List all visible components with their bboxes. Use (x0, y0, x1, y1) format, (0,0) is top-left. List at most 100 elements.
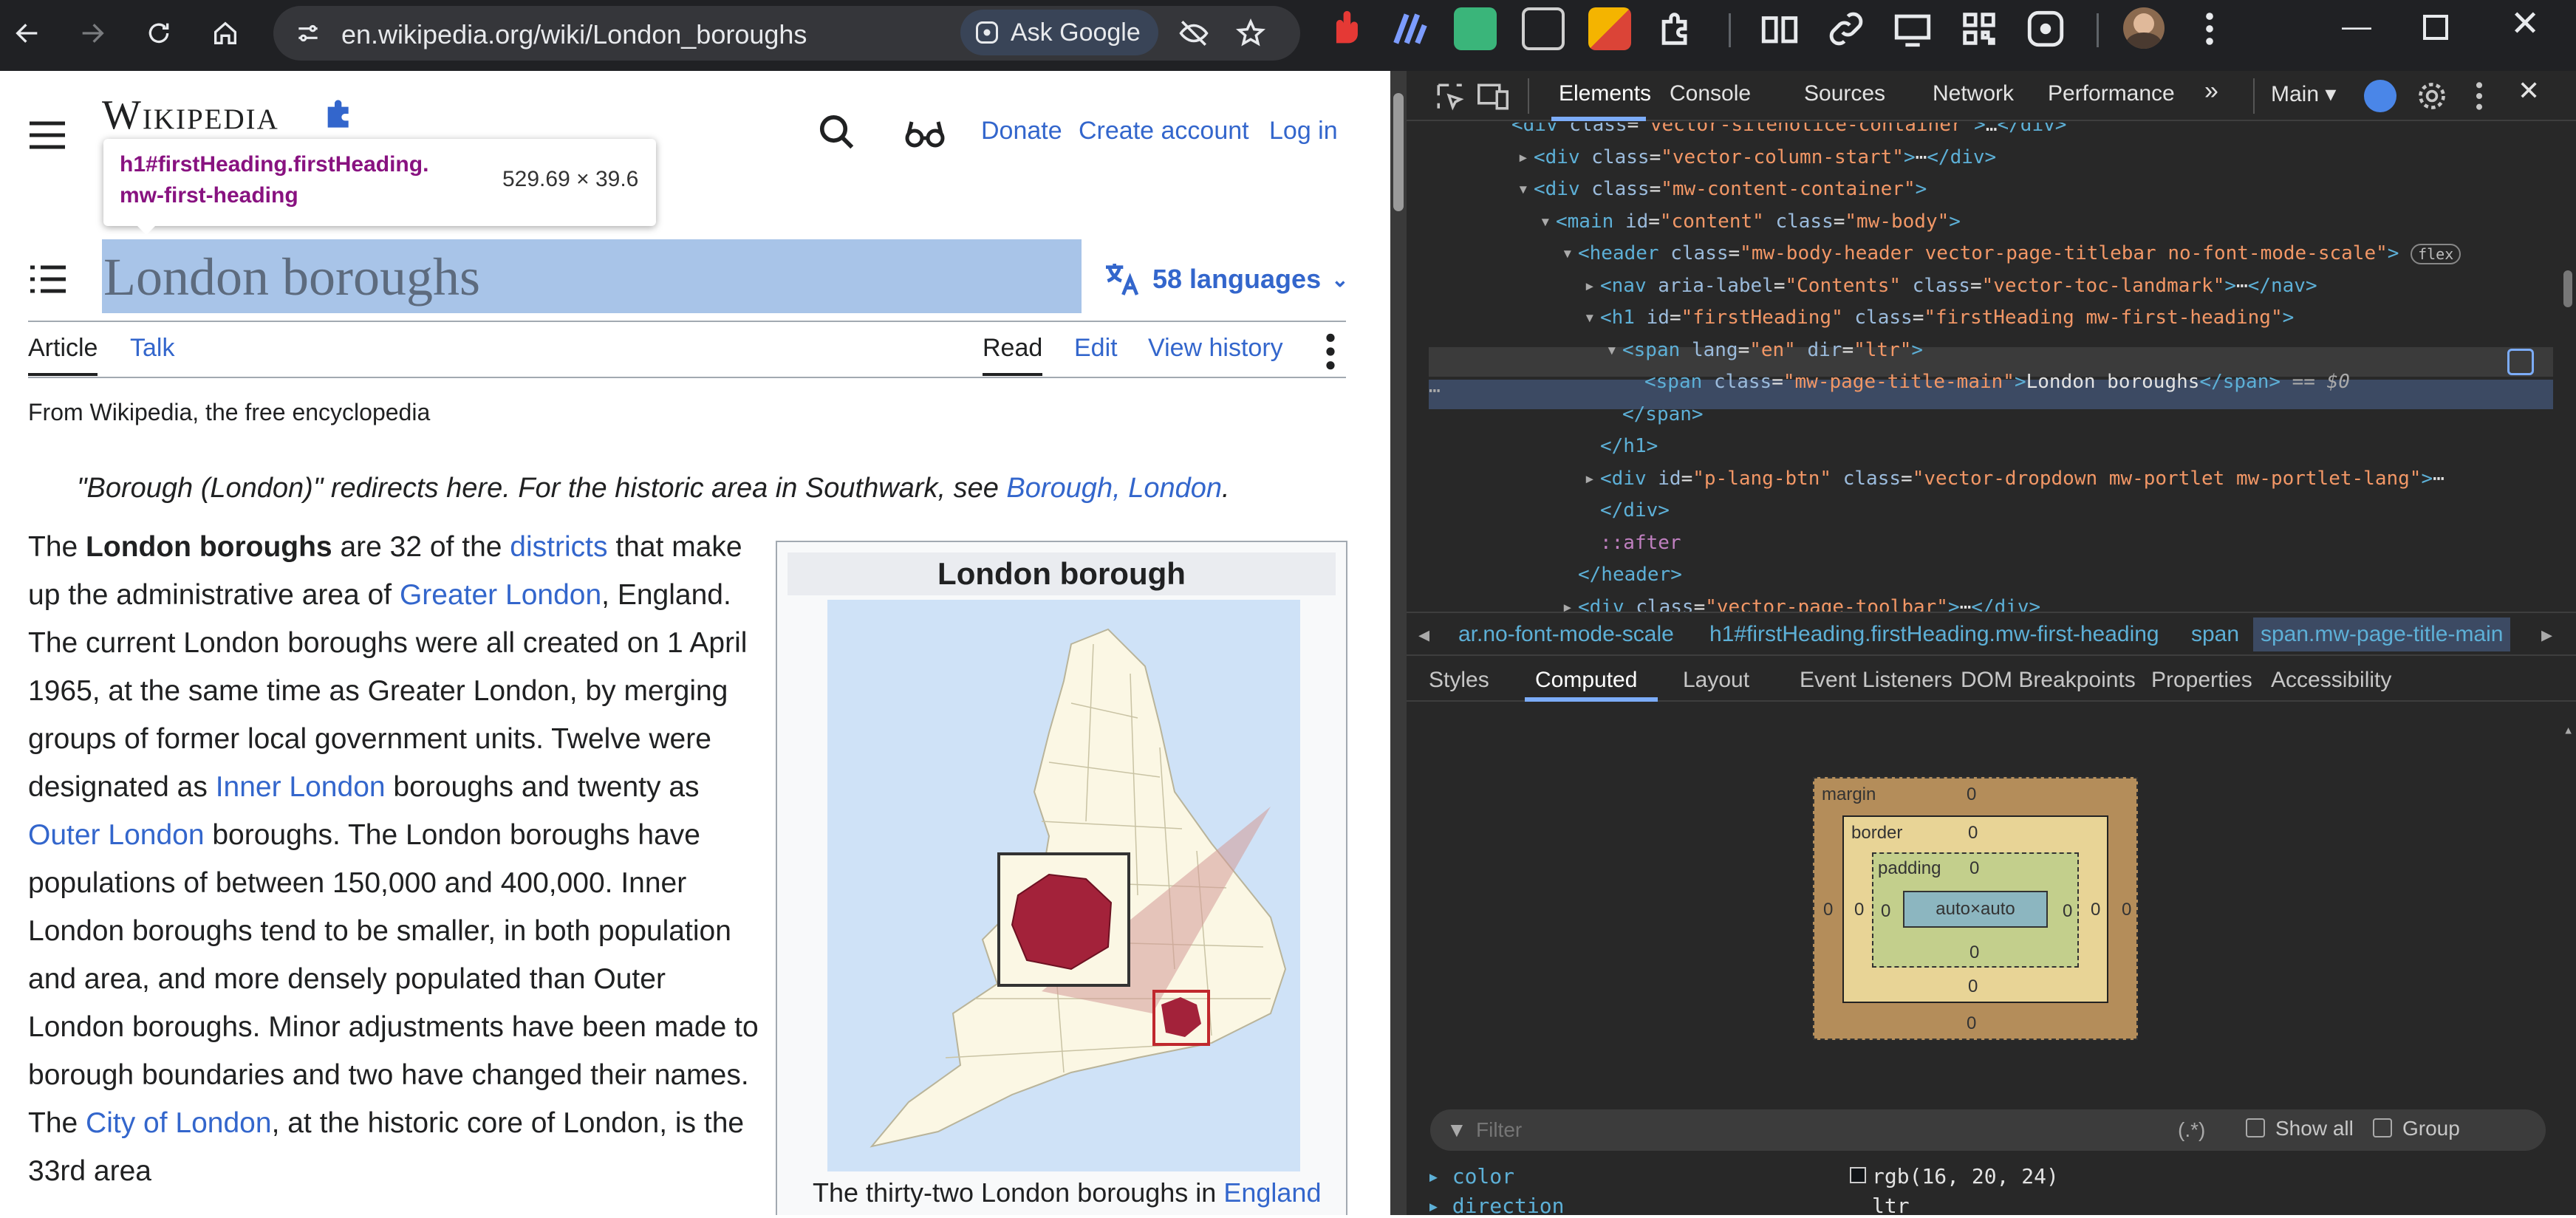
more-actions-icon[interactable] (1319, 331, 1342, 372)
subtab-layout[interactable]: Layout (1683, 668, 1749, 693)
dom-node-row[interactable]: ▸ <div id="p-lang-btn" class="vector-drop… (1584, 468, 2445, 490)
collapsed-arrow-icon[interactable]: ▸ (1584, 468, 1600, 490)
regex-toggle[interactable]: (.*) (2178, 1118, 2205, 1142)
england-map-image[interactable] (827, 600, 1300, 1171)
tab-view-history[interactable]: View history (1148, 334, 1283, 363)
donate-link[interactable]: Donate (981, 117, 1062, 146)
group-checkbox[interactable] (2373, 1118, 2392, 1137)
scroll-right-icon[interactable]: ▸ (2541, 622, 2552, 648)
ai-assistance-icon[interactable] (2364, 80, 2396, 112)
tab-network[interactable]: Network (1933, 81, 2014, 106)
dom-node-row[interactable]: <div class="vector-sitenotice-container"… (1495, 123, 2066, 136)
home-button[interactable] (202, 10, 248, 56)
tab-elements[interactable]: Elements (1559, 81, 1651, 106)
dom-node-row[interactable]: </h1> (1584, 435, 1658, 457)
reload-button[interactable] (136, 10, 182, 56)
tab-article[interactable]: Article (28, 334, 98, 376)
profile-avatar[interactable] (2123, 7, 2165, 49)
site-info-icon[interactable] (294, 19, 322, 47)
languages-button[interactable]: 58 languages ⌄ (1101, 259, 1349, 300)
lens-screenshot-icon[interactable] (2024, 7, 2067, 50)
extension-green-icon[interactable] (1454, 7, 1497, 50)
ai-row-icon[interactable] (2507, 349, 2534, 375)
scrollbar-thumb[interactable] (1393, 93, 1404, 211)
dom-node-row[interactable]: ▾ <h1 id="firstHeading" class="firstHeadi… (1584, 307, 2294, 329)
dom-node-row[interactable]: ▾ <main id="content" class="mw-body"> (1540, 211, 1961, 233)
expanded-arrow-icon[interactable]: ▾ (1606, 339, 1622, 361)
breadcrumb-item[interactable]: span (2191, 622, 2239, 647)
inspect-element-icon[interactable] (1435, 81, 1466, 112)
extension-doc-icon[interactable] (1522, 7, 1565, 50)
computed-scroll-up-icon[interactable]: ▴ (2563, 721, 2573, 739)
expanded-arrow-icon[interactable]: ▾ (1517, 178, 1534, 200)
dom-node-row[interactable]: ▾ <div class="mw-content-container"> (1517, 178, 1927, 200)
forward-button[interactable] (69, 10, 115, 56)
subtab-event-listeners[interactable]: Event Listeners (1800, 668, 1953, 693)
eye-off-icon[interactable] (1178, 18, 1209, 49)
filter-input[interactable] (1476, 1115, 1890, 1145)
close-devtools-icon[interactable]: ✕ (2518, 75, 2540, 106)
expanded-arrow-icon[interactable]: ▾ (1540, 211, 1556, 233)
outer-london-link[interactable]: Outer London (28, 819, 205, 851)
tab-performance[interactable]: Performance (2048, 81, 2175, 106)
reading-mode-icon[interactable] (1758, 7, 1801, 50)
hamburger-menu-icon[interactable] (25, 117, 69, 154)
dom-node-row[interactable]: ▾ <header class="mw-body-header vector-pa… (1562, 242, 2461, 264)
color-swatch[interactable] (1850, 1167, 1866, 1183)
subtab-styles[interactable]: Styles (1429, 668, 1489, 693)
extension-chart-icon[interactable] (1389, 7, 1432, 50)
row-actions-icon[interactable]: ⋯ (1429, 380, 1441, 402)
show-all-checkbox[interactable] (2246, 1118, 2265, 1137)
create-account-link[interactable]: Create account (1079, 117, 1249, 146)
extension-colorful-icon[interactable] (1588, 7, 1631, 50)
greater-london-link[interactable]: Greater London (400, 579, 601, 611)
settings-gear-icon[interactable] (2416, 80, 2448, 112)
tab-talk[interactable]: Talk (130, 334, 174, 363)
england-link[interactable]: England (1223, 1177, 1321, 1208)
wikipedia-logo[interactable]: Wikipedia (102, 92, 279, 139)
collapsed-arrow-icon[interactable]: ▸ (1517, 146, 1534, 168)
device-toolbar-icon[interactable] (1476, 81, 1510, 112)
scrollbar-thumb[interactable] (2563, 270, 2572, 307)
search-icon[interactable] (817, 112, 857, 152)
url-text[interactable]: en.wikipedia.org/wiki/London_boroughs (341, 19, 807, 50)
dom-node-row[interactable]: ::after (1584, 532, 1681, 554)
subtab-properties[interactable]: Properties (2151, 668, 2252, 693)
tab-console[interactable]: Console (1670, 81, 1751, 106)
hatnote-link[interactable]: Borough, London (1006, 473, 1222, 504)
tab-read[interactable]: Read (983, 334, 1043, 376)
address-bar[interactable]: en.wikipedia.org/wiki/London_boroughs As… (273, 6, 1300, 61)
inner-london-link[interactable]: Inner London (216, 771, 386, 803)
subtab-accessibility[interactable]: Accessibility (2271, 668, 2391, 693)
breadcrumb-item[interactable]: ar.no-font-mode-scale (1458, 622, 1674, 647)
dom-node-row[interactable]: ▸ <div class="vector-column-start">⋯</div… (1517, 146, 1996, 168)
breadcrumb-item[interactable]: h1#firstHeading.firstHeading.mw-first-he… (1709, 622, 2159, 647)
context-select[interactable]: Main ▾ (2271, 81, 2336, 107)
dom-node-row[interactable]: </span> (1606, 403, 1704, 425)
cast-icon[interactable] (1891, 7, 1934, 50)
expanded-arrow-icon[interactable]: ▾ (1562, 242, 1578, 264)
dom-node-row[interactable]: <span class="mw-page-title-main">London … (1628, 371, 2350, 393)
scroll-left-icon[interactable]: ◂ (1418, 622, 1429, 648)
star-icon[interactable] (1235, 18, 1266, 49)
extension-red-icon[interactable] (1324, 7, 1367, 50)
city-of-london-link[interactable]: City of London (86, 1107, 272, 1139)
extensions-puzzle-icon[interactable] (1655, 7, 1698, 50)
subtab-computed[interactable]: Computed (1535, 668, 1637, 693)
appearance-glasses-icon[interactable] (904, 115, 946, 152)
districts-link[interactable]: districts (510, 531, 607, 563)
prop-row[interactable]: ▸ direction (1427, 1194, 1564, 1218)
link-icon[interactable] (1825, 7, 1868, 50)
devtools-menu-icon[interactable] (2470, 80, 2488, 112)
tab-edit[interactable]: Edit (1074, 334, 1118, 363)
maximize-button[interactable] (2423, 15, 2448, 40)
minimize-button[interactable]: — (2342, 10, 2371, 44)
dom-scrollbar[interactable] (2559, 123, 2576, 677)
tab-sources[interactable]: Sources (1804, 81, 1885, 106)
menu-icon[interactable] (2188, 7, 2231, 50)
close-window-button[interactable]: ✕ (2510, 3, 2540, 44)
table-of-contents-icon[interactable] (27, 261, 69, 297)
expanded-arrow-icon[interactable]: ▾ (1584, 307, 1600, 329)
collapsed-arrow-icon[interactable]: ▸ (1584, 275, 1600, 297)
log-in-link[interactable]: Log in (1269, 117, 1338, 146)
